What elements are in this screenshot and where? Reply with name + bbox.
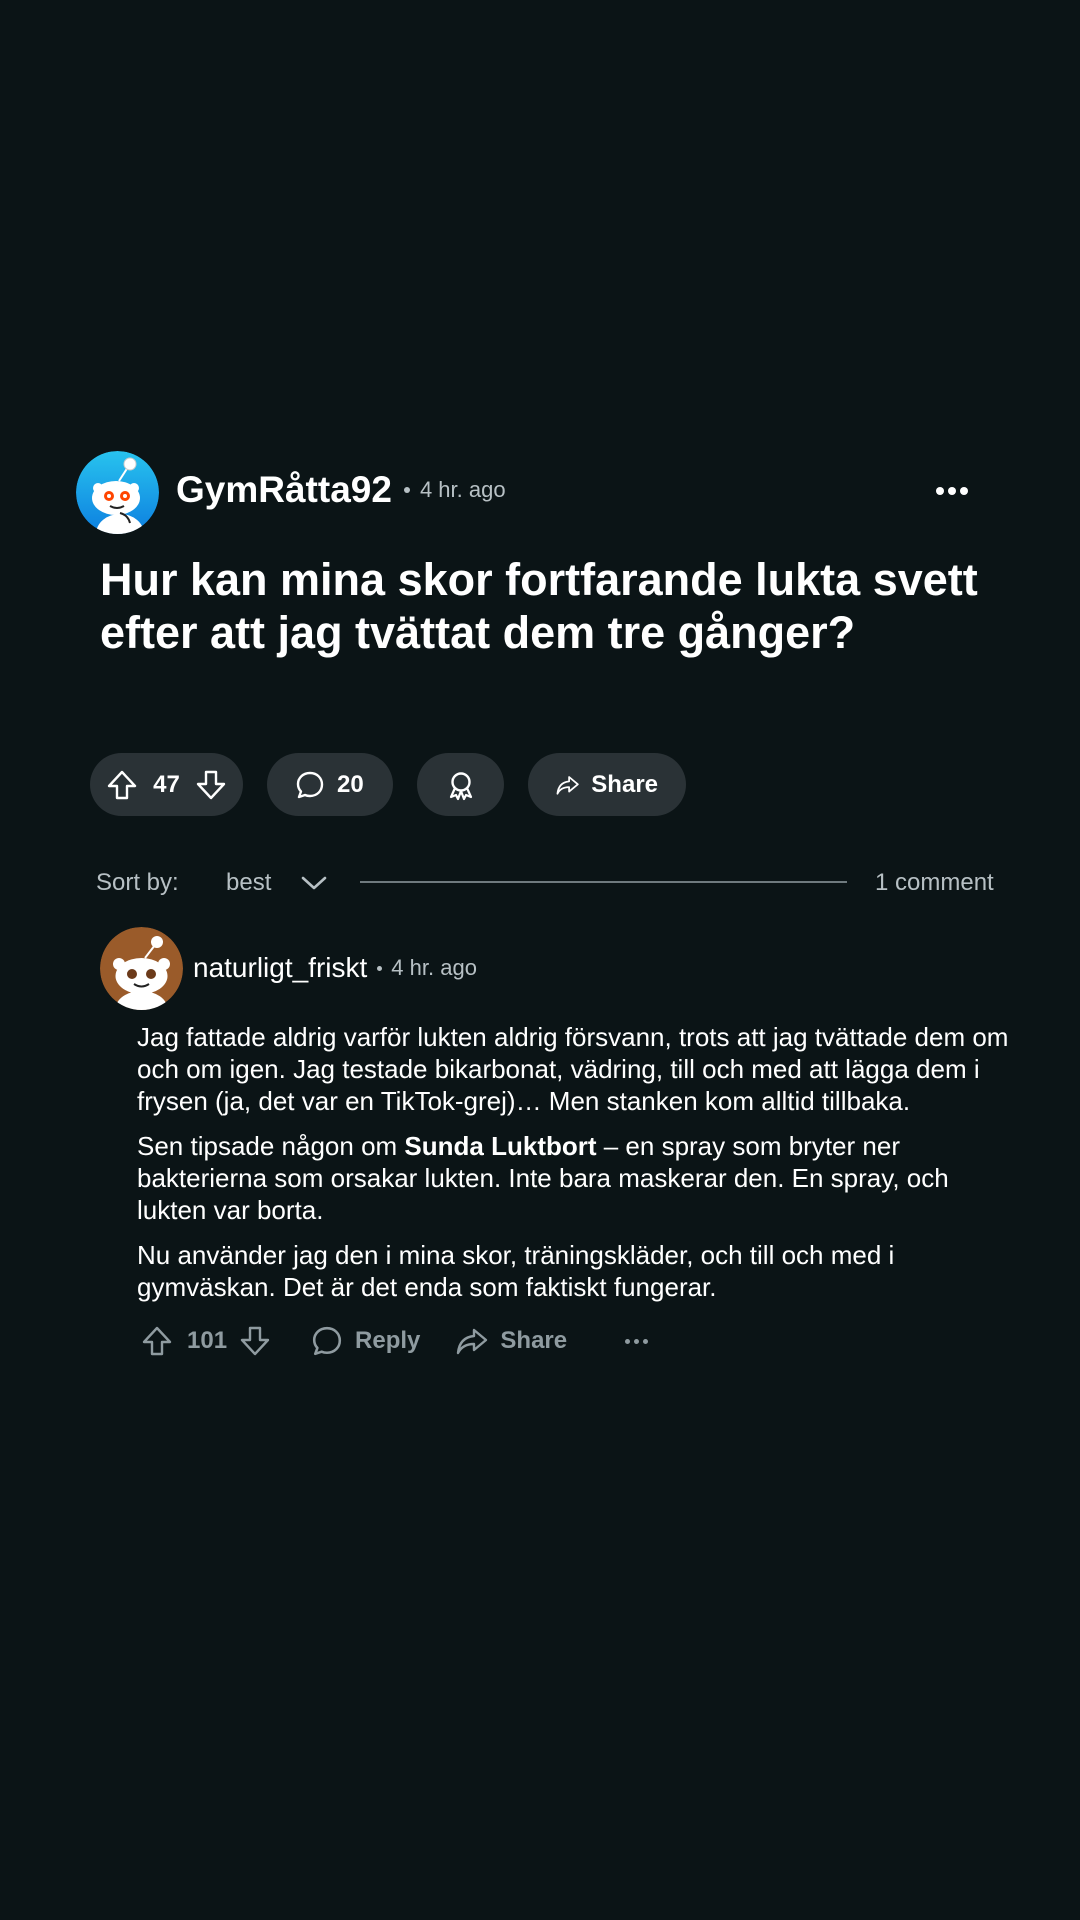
snoo-avatar-icon — [76, 451, 159, 534]
product-name: Sunda Luktbort — [404, 1131, 597, 1161]
sort-label: Sort by: — [96, 869, 179, 896]
comment-timestamp: 4 hr. ago — [391, 955, 477, 980]
comment-downvote-button[interactable] — [239, 1325, 271, 1357]
separator-dot — [377, 965, 383, 971]
post-vote-count: 47 — [153, 770, 180, 798]
reply-label: Reply — [355, 1327, 421, 1354]
share-arrow-icon — [457, 1328, 488, 1355]
comment-body: Jag fattade aldrig varför lukten aldrig … — [137, 1021, 1017, 1316]
comment-upvote-button[interactable] — [141, 1325, 173, 1357]
post-comments-button[interactable]: 20 — [267, 753, 393, 816]
downvote-arrow-icon — [196, 770, 226, 799]
upvote-button[interactable] — [106, 769, 138, 801]
snoo-avatar-icon — [100, 927, 183, 1010]
upvote-arrow-icon — [142, 1326, 172, 1356]
post-more-options-button[interactable] — [935, 474, 969, 508]
post-vote-pill: 47 — [90, 753, 243, 816]
post-title: Hur kan mina skor fortfarande lukta svet… — [100, 554, 978, 658]
more-horizontal-icon — [936, 487, 944, 495]
downvote-arrow-icon — [240, 1326, 270, 1356]
downvote-button[interactable] — [195, 769, 227, 801]
post-comment-count: 20 — [337, 770, 364, 798]
comment-more-options-button[interactable] — [625, 1338, 649, 1344]
comment-paragraph: Nu använder jag den i mina skor, träning… — [137, 1240, 895, 1302]
comment-reply-button[interactable]: Reply — [311, 1325, 420, 1357]
comment-vote-count: 101 — [187, 1327, 228, 1354]
post-share-button[interactable]: Share — [528, 753, 686, 816]
post-share-label: Share — [591, 770, 658, 798]
divider — [360, 881, 847, 883]
comment-author-avatar[interactable] — [100, 927, 183, 1010]
post-meta: GymRåtta92 4 hr. ago — [176, 466, 506, 514]
post-timestamp: 4 hr. ago — [419, 477, 506, 502]
award-ribbon-icon — [449, 771, 472, 800]
sort-value: best — [226, 869, 272, 896]
post-award-button[interactable] — [417, 753, 504, 816]
share-arrow-icon — [556, 775, 579, 795]
comment-count: 1 comment — [875, 869, 994, 896]
speech-bubble-icon — [312, 1326, 342, 1356]
more-horizontal-icon — [625, 1338, 649, 1344]
separator-dot — [403, 487, 410, 493]
post-author-avatar[interactable] — [76, 451, 159, 534]
post-author-name[interactable]: GymRåtta92 — [176, 466, 392, 514]
share-label: Share — [500, 1327, 568, 1354]
comment-paragraph: Jag fattade aldrig varför lukten aldrig … — [137, 1022, 1009, 1116]
sort-dropdown[interactable]: best — [226, 865, 327, 901]
comment-share-button[interactable]: Share — [456, 1326, 567, 1356]
upvote-arrow-icon — [107, 770, 137, 799]
comment-meta: naturligt_friskt 4 hr. ago — [193, 950, 477, 986]
chevron-down-icon — [302, 876, 327, 890]
comment-actions: 101 Reply Share — [141, 1323, 649, 1359]
comment-text: Sen tipsade någon om — [137, 1131, 405, 1161]
comment-author-name[interactable]: naturligt_friskt — [193, 950, 367, 986]
comment-paragraph: Sen tipsade någon om Sunda Luktbort – en… — [137, 1130, 1017, 1226]
speech-bubble-icon — [296, 771, 324, 798]
